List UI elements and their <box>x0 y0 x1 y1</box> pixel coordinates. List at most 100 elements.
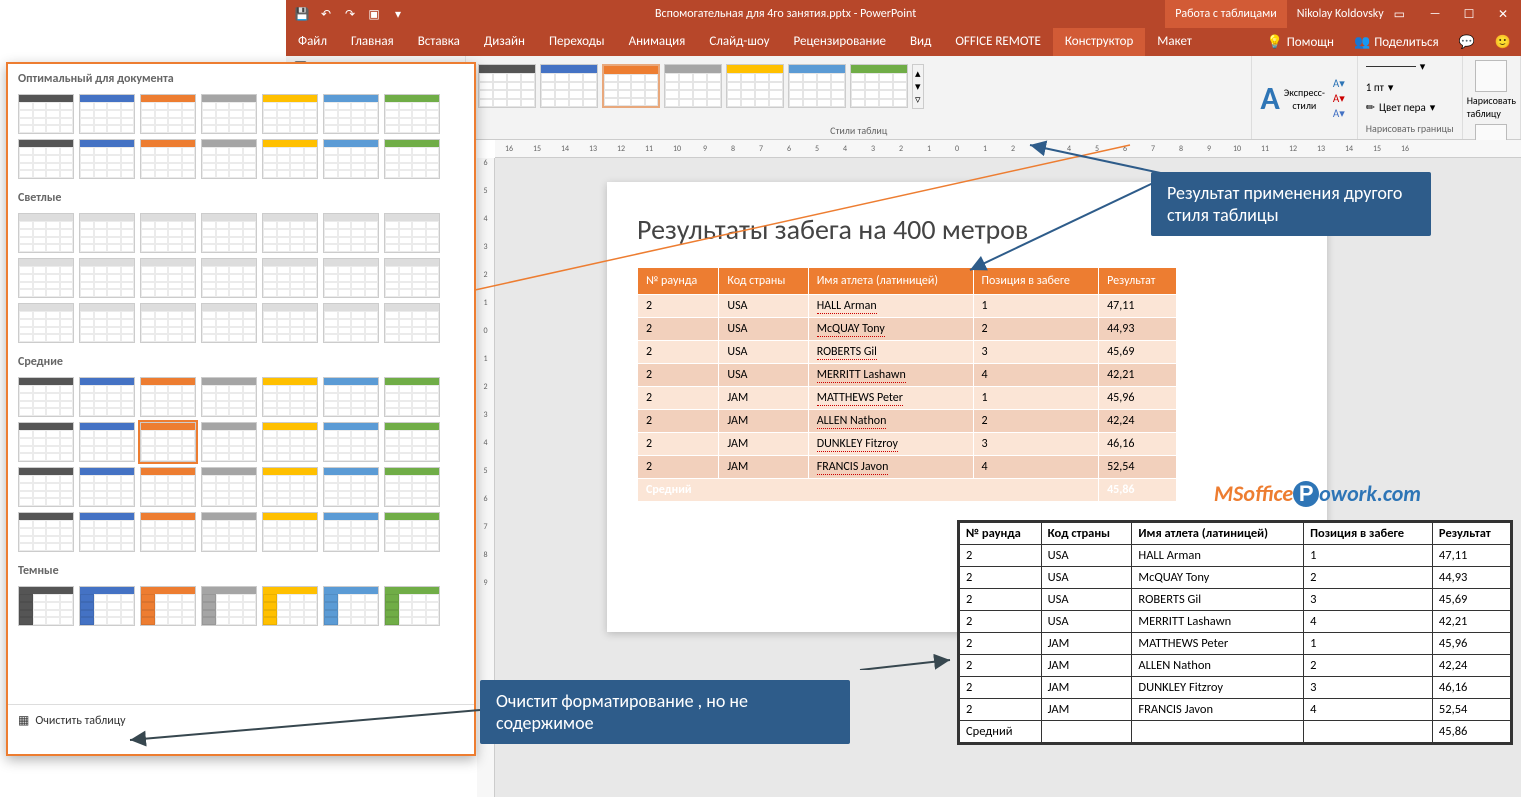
gallery-style-item[interactable] <box>323 94 379 134</box>
gallery-style-item[interactable] <box>79 303 135 343</box>
gallery-style-item[interactable] <box>384 303 440 343</box>
table-style-thumb[interactable] <box>850 64 908 108</box>
gallery-style-item[interactable] <box>323 303 379 343</box>
table-style-thumb[interactable] <box>540 64 598 108</box>
gallery-style-item[interactable] <box>18 512 74 552</box>
table-cell[interactable]: 2 <box>638 341 719 364</box>
gallery-style-item[interactable] <box>79 467 135 507</box>
gallery-style-item[interactable] <box>384 377 440 417</box>
gallery-style-item[interactable] <box>79 377 135 417</box>
table-cell[interactable]: 3 <box>973 341 1099 364</box>
styled-table[interactable]: № раундаКод страныИмя атлета (латиницей)… <box>637 267 1177 502</box>
table-style-thumb[interactable] <box>478 64 536 108</box>
table-cell[interactable]: JAM <box>719 456 808 479</box>
gallery-style-item[interactable] <box>384 467 440 507</box>
gallery-style-item[interactable] <box>262 213 318 253</box>
gallery-style-item[interactable] <box>323 467 379 507</box>
gallery-style-item[interactable] <box>79 586 135 626</box>
text-outline-icon[interactable]: A▾ <box>1333 92 1345 105</box>
table-cell[interactable]: 45,96 <box>1099 387 1177 410</box>
table-cell[interactable]: ROBERTS Gil <box>808 341 973 364</box>
table-cell[interactable]: HALL Arman <box>808 295 973 318</box>
gallery-style-item[interactable] <box>384 213 440 253</box>
table-cell[interactable]: 4 <box>973 364 1099 387</box>
table-style-thumb[interactable] <box>726 64 784 108</box>
qat-dropdown-icon[interactable]: ▾ <box>390 7 406 22</box>
tab-officeremote[interactable]: OFFICE REMOTE <box>943 28 1053 56</box>
gallery-style-item[interactable] <box>201 213 257 253</box>
close-icon[interactable]: ✕ <box>1493 7 1513 22</box>
table-cell[interactable]: USA <box>719 341 808 364</box>
gallery-style-item[interactable] <box>79 213 135 253</box>
gallery-style-item[interactable] <box>140 512 196 552</box>
gallery-style-item[interactable] <box>384 586 440 626</box>
comments-icon[interactable]: 💬 <box>1449 35 1485 50</box>
gallery-style-item[interactable] <box>18 586 74 626</box>
table-cell[interactable]: 2 <box>638 433 719 456</box>
table-cell[interactable]: 1 <box>973 295 1099 318</box>
gallery-style-item[interactable] <box>384 139 440 179</box>
gallery-style-item[interactable] <box>79 422 135 462</box>
gallery-style-item[interactable] <box>140 94 196 134</box>
gallery-style-item[interactable] <box>140 467 196 507</box>
table-cell[interactable]: FRANCIS Javon <box>808 456 973 479</box>
table-cell[interactable]: 3 <box>973 433 1099 456</box>
table-cell[interactable]: 2 <box>973 410 1099 433</box>
gallery-style-item[interactable] <box>18 303 74 343</box>
gallery-style-item[interactable] <box>140 422 196 462</box>
table-cell[interactable]: USA <box>719 364 808 387</box>
gallery-style-item[interactable] <box>140 377 196 417</box>
save-icon[interactable]: 💾 <box>294 7 310 22</box>
table-cell[interactable]: 2 <box>973 318 1099 341</box>
table-cell[interactable]: 42,24 <box>1099 410 1177 433</box>
gallery-style-item[interactable] <box>140 139 196 179</box>
gallery-style-item[interactable] <box>262 258 318 298</box>
table-cell[interactable]: JAM <box>719 410 808 433</box>
table-cell[interactable]: 46,16 <box>1099 433 1177 456</box>
gallery-style-item[interactable] <box>201 139 257 179</box>
table-cell[interactable]: USA <box>719 295 808 318</box>
text-fill-icon[interactable]: A▾ <box>1333 77 1345 90</box>
gallery-style-item[interactable] <box>140 258 196 298</box>
gallery-style-item[interactable] <box>201 586 257 626</box>
text-effects-icon[interactable]: A▾ <box>1333 107 1345 120</box>
table-style-thumb[interactable] <box>602 64 660 108</box>
tab-layout[interactable]: Макет <box>1145 28 1204 56</box>
gallery-style-item[interactable] <box>262 512 318 552</box>
gallery-style-item[interactable] <box>140 213 196 253</box>
pen-style-dropdown[interactable]: ▾ <box>1366 60 1454 73</box>
gallery-style-item[interactable] <box>323 586 379 626</box>
gallery-style-item[interactable] <box>201 94 257 134</box>
table-cell[interactable]: 1 <box>973 387 1099 410</box>
gallery-style-item[interactable] <box>384 258 440 298</box>
gallery-style-item[interactable] <box>18 213 74 253</box>
gallery-style-item[interactable] <box>262 586 318 626</box>
gallery-style-item[interactable] <box>384 422 440 462</box>
user-menu-icon[interactable]: ▭ <box>1394 7 1405 22</box>
gallery-style-item[interactable] <box>79 258 135 298</box>
gallery-style-item[interactable] <box>201 377 257 417</box>
tab-view[interactable]: Вид <box>898 28 943 56</box>
gallery-style-item[interactable] <box>262 303 318 343</box>
gallery-style-item[interactable] <box>384 512 440 552</box>
table-cell[interactable]: JAM <box>719 433 808 456</box>
table-cell[interactable]: 44,93 <box>1099 318 1177 341</box>
table-style-thumb[interactable] <box>788 64 846 108</box>
gallery-style-item[interactable] <box>323 213 379 253</box>
table-cell[interactable]: USA <box>719 318 808 341</box>
gallery-style-item[interactable] <box>201 258 257 298</box>
tab-home[interactable]: Главная <box>339 28 406 56</box>
gallery-style-item[interactable] <box>18 377 74 417</box>
gallery-style-item[interactable] <box>18 94 74 134</box>
gallery-style-item[interactable] <box>140 303 196 343</box>
gallery-style-item[interactable] <box>262 422 318 462</box>
minimize-icon[interactable]: — <box>1425 7 1445 22</box>
table-cell[interactable]: DUNKLEY Fitzroy <box>808 433 973 456</box>
gallery-style-item[interactable] <box>201 467 257 507</box>
gallery-style-item[interactable] <box>79 139 135 179</box>
gallery-style-item[interactable] <box>18 422 74 462</box>
gallery-style-item[interactable] <box>262 94 318 134</box>
gallery-style-item[interactable] <box>18 139 74 179</box>
smile-icon[interactable]: 🙂 <box>1485 35 1521 50</box>
pen-color-dropdown[interactable]: ✏ Цвет пера ▾ <box>1366 101 1454 114</box>
